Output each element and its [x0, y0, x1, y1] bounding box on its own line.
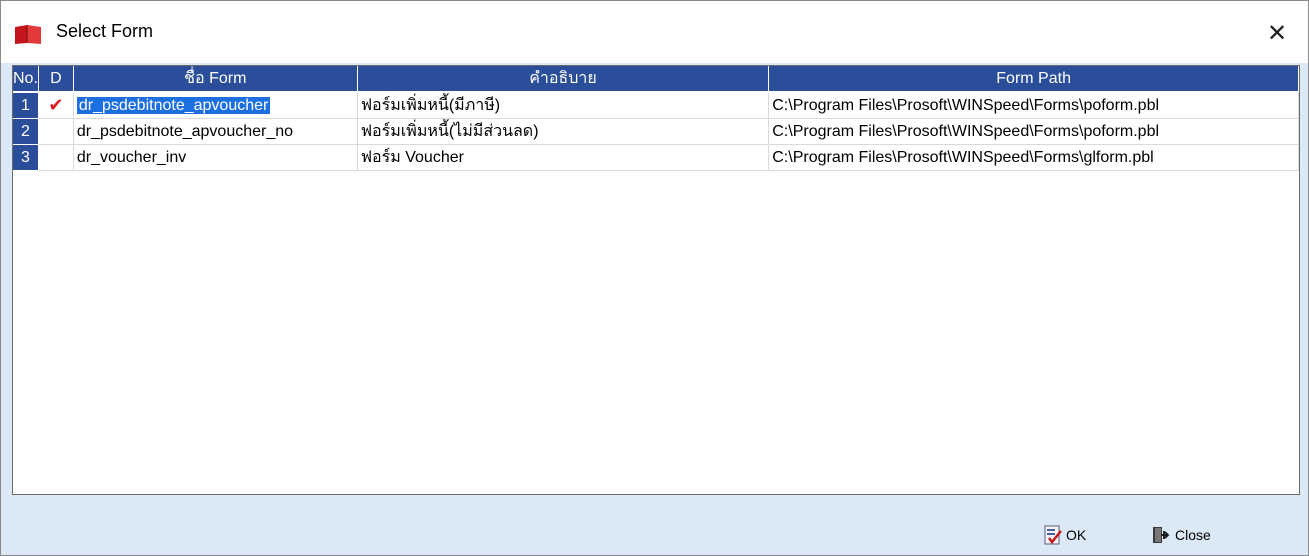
form-name-cell[interactable]: dr_voucher_inv: [73, 144, 358, 171]
form-name-cell[interactable]: dr_psdebitnote_apvoucher_no: [73, 118, 358, 145]
row-number: 2: [13, 118, 39, 145]
description-cell[interactable]: ฟอร์ม Voucher: [357, 144, 770, 171]
column-header-d[interactable]: D: [38, 66, 74, 93]
ok-document-check-icon: [1044, 525, 1062, 545]
form-path-cell[interactable]: C:\Program Files\Prosoft\WINSpeed\Forms\…: [768, 144, 1299, 171]
table-row[interactable]: 1 ✔ dr_psdebitnote_apvoucher ฟอร์มเพิ่มห…: [13, 92, 1299, 119]
selected-form-name[interactable]: dr_psdebitnote_apvoucher: [76, 96, 271, 114]
form-name-cell[interactable]: dr_psdebitnote_apvoucher: [73, 92, 358, 119]
title-bar: Select Form ✕: [1, 1, 1308, 63]
column-header-description[interactable]: คำอธิบาย: [357, 66, 770, 93]
description-cell[interactable]: ฟอร์มเพิ่มหนี้(มีภาษี): [357, 92, 770, 119]
close-icon: ✕: [1266, 19, 1288, 47]
row-number: 1: [13, 92, 39, 119]
close-button-label: Close: [1175, 527, 1211, 543]
red-book-icon: [13, 23, 43, 45]
header-row: No. D ชื่อ Form คำอธิบาย Form Path: [13, 66, 1299, 93]
form-table: No. D ชื่อ Form คำอธิบาย Form Path 1 ✔ d…: [13, 66, 1299, 171]
table-row[interactable]: 3 dr_voucher_inv ฟอร์ม Voucher C:\Progra…: [13, 144, 1299, 171]
select-form-dialog: Select Form ✕ No. D ชื่อ Form คำอธิบาย F…: [0, 0, 1309, 556]
description-cell[interactable]: ฟอร์มเพิ่มหนี้(ไม่มีส่วนลด): [357, 118, 770, 145]
close-window-button[interactable]: ✕: [1259, 17, 1295, 49]
form-path-cell[interactable]: C:\Program Files\Prosoft\WINSpeed\Forms\…: [768, 92, 1299, 119]
table-row[interactable]: 2 dr_psdebitnote_apvoucher_no ฟอร์มเพิ่ม…: [13, 118, 1299, 145]
close-button[interactable]: Close: [1151, 523, 1211, 547]
row-number: 3: [13, 144, 39, 171]
default-checkmark-icon[interactable]: ✔: [38, 92, 74, 119]
default-checkmark-cell[interactable]: [38, 144, 74, 171]
ok-button-label: OK: [1066, 527, 1087, 543]
window-title: Select Form: [56, 21, 154, 41]
default-checkmark-cell[interactable]: [38, 118, 74, 145]
form-path-cell[interactable]: C:\Program Files\Prosoft\WINSpeed\Forms\…: [768, 118, 1299, 145]
ok-button[interactable]: OK: [1044, 523, 1086, 547]
exit-door-icon: [1151, 525, 1171, 545]
column-header-form-path[interactable]: Form Path: [768, 66, 1299, 93]
form-list-grid[interactable]: No. D ชื่อ Form คำอธิบาย Form Path 1 ✔ d…: [12, 65, 1300, 495]
column-header-form-name[interactable]: ชื่อ Form: [73, 66, 358, 93]
column-header-no[interactable]: No.: [13, 66, 39, 93]
